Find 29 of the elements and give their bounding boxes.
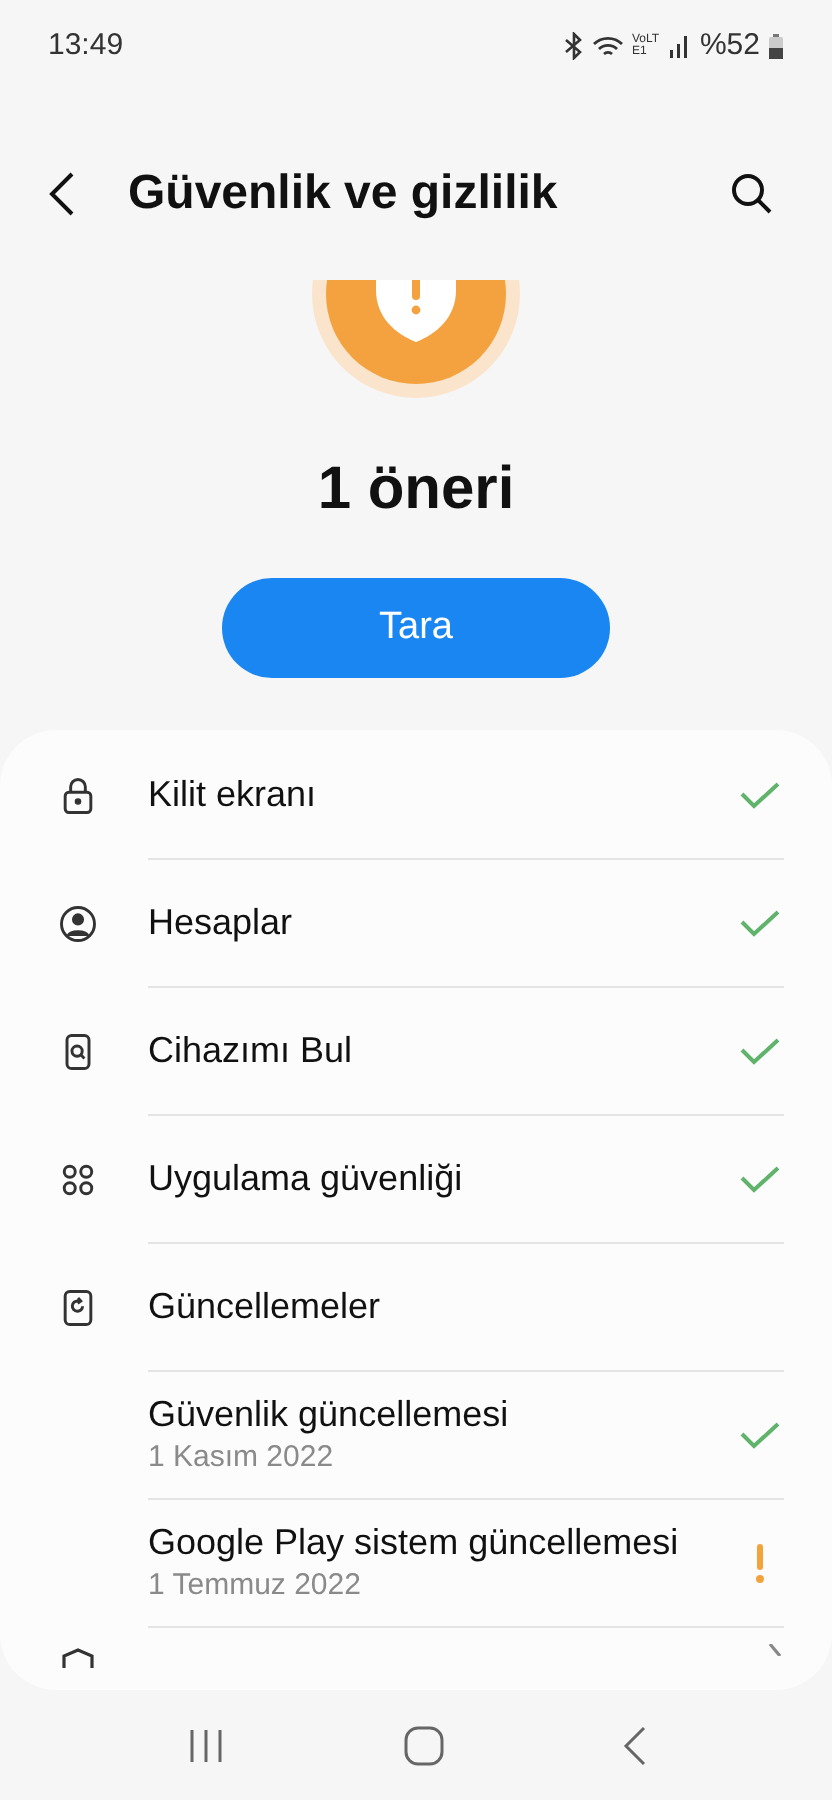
battery-icon (768, 33, 784, 59)
search-icon (730, 172, 774, 216)
page-title: Güvenlik ve gizlilik (128, 164, 560, 224)
exclamation-icon (754, 1543, 766, 1583)
battery-percent: %52 (699, 25, 760, 66)
setting-label[interactable]: Cihazımı Bul (148, 1024, 353, 1078)
setting-label[interactable]: Güvenlik güncellemesi (148, 1391, 736, 1435)
setting-date: 1 Kasım 2022 (148, 1437, 336, 1477)
recent-apps-icon[interactable] (185, 1727, 226, 1763)
checkmark-icon (740, 909, 780, 937)
signal-icon (667, 34, 692, 58)
setting-label[interactable]: Güncellemeler (148, 1280, 381, 1334)
recommendation-count: 1 öneri (317, 454, 515, 526)
checkmark-icon (740, 1165, 780, 1193)
scan-button[interactable]: Tara (222, 578, 610, 678)
setting-label[interactable]: Kilit ekranı (148, 768, 317, 822)
setting-label[interactable]: Uygulama güvenliği (148, 1152, 463, 1206)
status-time: 13:49 (48, 25, 124, 66)
setting-label[interactable]: Hesaplar (148, 896, 293, 950)
person-circle-icon (56, 902, 100, 946)
checkmark-icon (740, 781, 780, 809)
checkmark-icon (740, 1421, 780, 1449)
checkmark-icon (740, 1037, 780, 1065)
wifi-icon (591, 33, 624, 59)
setting-label[interactable]: Google Play sistem güncellemesi (148, 1519, 736, 1563)
home-icon[interactable] (403, 1725, 444, 1765)
back-icon[interactable] (622, 1725, 647, 1765)
bluetooth-icon (563, 32, 584, 60)
setting-date: 1 Temmuz 2022 (148, 1565, 363, 1605)
